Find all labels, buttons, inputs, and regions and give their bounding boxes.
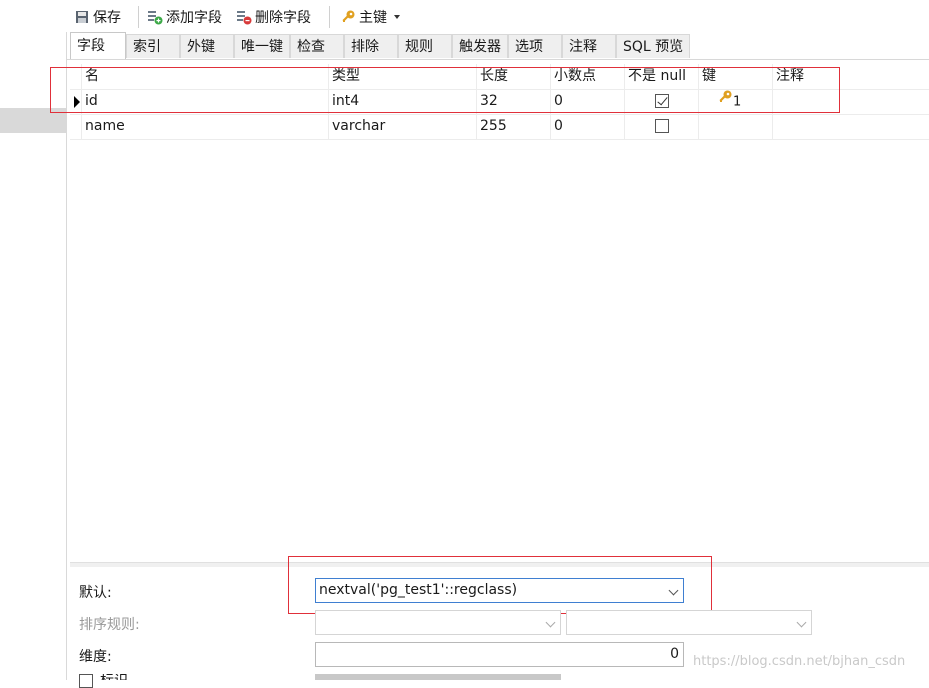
column-header-type[interactable]: 类型 [328,64,476,89]
default-value-text: nextval('pg_test1'::regclass) [319,582,518,598]
field-length-cell[interactable]: 32 [476,89,550,114]
object-list-panel [0,0,67,680]
tab-options[interactable]: 选项 [508,34,562,58]
dimension-input[interactable]: 0 [315,642,684,667]
field-name-cell[interactable]: id [81,89,328,114]
toolbar-divider [138,6,139,28]
toolbar-divider [329,6,330,28]
tab-triggers[interactable]: 触发器 [452,34,508,58]
table-row[interactable]: id int4 32 0 1 [70,89,929,115]
delete-field-label: 删除字段 [255,10,311,26]
save-label: 保存 [93,10,121,26]
delete-field-button[interactable]: 删除字段 [236,6,311,28]
panel-splitter[interactable] [70,562,929,567]
tab-rules[interactable]: 规则 [398,34,452,58]
save-button[interactable]: 保存 [74,6,121,28]
toolbar: 保存 添加字段 删除字段 主键 [66,0,929,32]
identity-checkbox[interactable] [79,674,93,688]
add-field-icon [147,9,163,25]
field-name-cell[interactable]: name [81,114,328,139]
tab-foreign-keys[interactable]: 外键 [180,34,234,58]
chevron-down-icon[interactable] [545,617,556,628]
add-field-button[interactable]: 添加字段 [147,6,222,28]
field-decimals-cell[interactable]: 0 [550,89,624,114]
fields-grid: 名 类型 长度 小数点 不是 null 键 注释 id int4 32 0 1 … [70,64,929,560]
not-null-checkbox[interactable] [654,119,669,133]
field-length-cell[interactable]: 255 [476,114,550,139]
grid-header-row: 名 类型 长度 小数点 不是 null 键 注释 [70,64,929,90]
add-field-label: 添加字段 [166,10,222,26]
dimension-label: 维度: [79,649,112,665]
collation-name-combobox[interactable] [566,610,812,635]
key-order: 1 [733,94,742,110]
delete-field-icon [236,9,252,25]
tab-sql-preview[interactable]: SQL 预览 [616,34,690,58]
field-comment-cell[interactable] [772,114,929,139]
tab-checks[interactable]: 检查 [290,34,344,58]
column-header-comment[interactable]: 注释 [772,64,929,89]
table-row[interactable]: name varchar 255 0 [70,114,929,140]
key-cell[interactable]: 1 [698,89,772,114]
default-value-combobox[interactable]: nextval('pg_test1'::regclass) [315,578,684,603]
disabled-field [315,674,561,680]
current-row-indicator-icon [74,96,80,108]
not-null-cell[interactable] [624,114,698,139]
chevron-down-icon[interactable] [796,617,807,628]
dropdown-arrow-icon [394,15,400,19]
key-cell[interactable] [698,114,772,139]
object-list-selected-item[interactable] [0,108,66,133]
tab-unique-keys[interactable]: 唯一键 [234,34,290,58]
column-header-name[interactable]: 名 [81,64,328,89]
watermark: https://blog.csdn.net/bjhan_csdn [693,654,906,669]
not-null-checkbox[interactable] [654,94,669,108]
tab-comments[interactable]: 注释 [562,34,616,58]
default-label: 默认: [79,585,112,601]
column-header-length[interactable]: 长度 [476,64,550,89]
identity-label: 标识 [100,674,128,680]
collation-label: 排序规则: [79,617,140,633]
tab-bar: 字段 索引 外键 唯一键 检查 排除 规则 触发器 选项 注释 SQL 预览 [66,32,929,60]
tab-excludes[interactable]: 排除 [344,34,398,58]
primary-key-label: 主键 [359,10,387,26]
field-comment-cell[interactable] [772,89,929,114]
column-header-decimals[interactable]: 小数点 [550,64,624,89]
save-icon [74,9,90,25]
tab-divider [66,59,929,60]
tab-fields[interactable]: 字段 [70,32,126,60]
column-header-key[interactable]: 键 [698,64,772,89]
not-null-cell[interactable] [624,89,698,114]
tab-indexes[interactable]: 索引 [126,34,180,58]
column-header-not-null[interactable]: 不是 null [624,64,698,89]
field-decimals-cell[interactable]: 0 [550,114,624,139]
chevron-down-icon[interactable] [668,585,679,596]
key-icon [340,9,356,25]
field-type-cell[interactable]: int4 [328,89,476,114]
collation-schema-combobox[interactable] [315,610,561,635]
primary-key-button[interactable]: 主键 [340,6,400,28]
field-type-cell[interactable]: varchar [328,114,476,139]
primary-key-icon [717,89,733,114]
